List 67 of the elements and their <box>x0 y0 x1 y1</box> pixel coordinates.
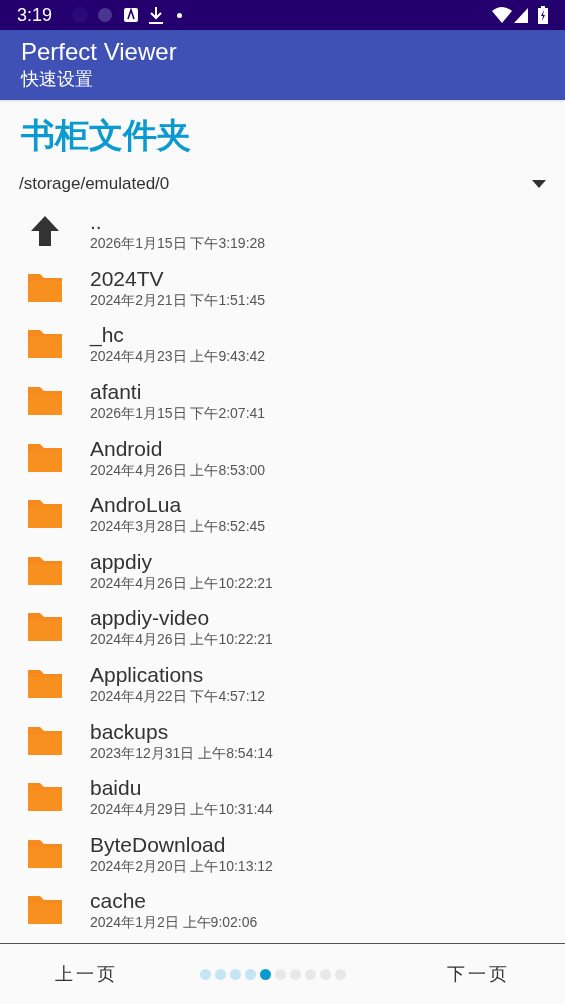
item-date: 2026年1月15日 下午2:07:41 <box>90 404 266 424</box>
item-date: 2024年4月22日 下午4:57:12 <box>90 687 266 707</box>
folder-icon <box>26 498 64 531</box>
status-time: 3:19 <box>17 3 53 27</box>
file-list-item[interactable]: 2024TV 2024年2月21日 下午1:51:45 <box>0 259 565 317</box>
item-name: baidu <box>90 775 142 801</box>
wifi-icon <box>492 7 512 23</box>
previous-page-button[interactable]: 上一页 <box>55 960 118 988</box>
item-date: 2024年4月26日 上午10:22:21 <box>90 573 273 593</box>
item-name: cache <box>90 888 147 914</box>
app-title: Perfect Viewer <box>21 37 178 67</box>
file-list-item[interactable]: AndroLua 2024年3月28日 上午8:52:45 <box>0 485 565 543</box>
item-name: Applications <box>90 662 204 688</box>
folder-icon <box>26 894 64 927</box>
item-name: ByteDownload <box>90 831 226 857</box>
up-arrow-icon <box>30 215 60 248</box>
folder-icon <box>26 554 64 587</box>
file-list-item[interactable]: _hc 2024年4月23日 上午9:43:42 <box>0 316 565 373</box>
app-subtitle: 快速设置 <box>21 68 94 91</box>
signal-icon <box>514 7 528 23</box>
path-dropdown[interactable]: /storage/emulated/0 <box>19 170 546 198</box>
folder-icon <box>26 837 64 870</box>
folder-icon <box>26 385 64 418</box>
next-page-button[interactable]: 下一页 <box>447 960 510 988</box>
folder-icon <box>26 271 64 304</box>
item-date: 2024年4月26日 上午10:22:21 <box>90 630 273 650</box>
item-name: AndroLua <box>90 492 182 518</box>
file-list-item[interactable]: appdiy-video 2024年4月26日 上午10:22:21 <box>0 599 565 656</box>
item-name: .. <box>90 209 102 235</box>
item-date: 2024年4月29日 上午10:31:44 <box>90 800 273 820</box>
item-name: Android <box>90 435 163 461</box>
item-name: afanti <box>90 379 142 405</box>
folder-icon <box>26 724 64 757</box>
file-list-item[interactable]: ByteDownload 2024年2月20日 上午10:13:12 <box>0 825 565 883</box>
folder-icon <box>26 328 64 361</box>
folder-icon <box>26 611 64 644</box>
section-heading: 书柜文件夹 <box>20 115 192 156</box>
item-date: 2024年4月23日 上午9:43:42 <box>90 347 266 367</box>
circle-icon <box>98 8 113 22</box>
item-name: appdiy <box>90 548 152 574</box>
item-name: _hc <box>90 322 124 348</box>
folder-icon <box>26 781 64 814</box>
keyboard-icon <box>124 8 139 22</box>
folder-icon <box>26 668 64 701</box>
item-name: 2024TV <box>90 265 164 291</box>
battery-icon <box>538 6 548 24</box>
item-date: 2024年2月21日 下午1:51:45 <box>90 290 266 310</box>
item-date: 2024年1月2日 上午9:02:06 <box>90 913 258 933</box>
item-date: 2026年1月15日 下午3:19:28 <box>90 234 266 254</box>
item-date: 2024年3月28日 上午8:52:45 <box>90 517 266 537</box>
item-date: 2024年4月26日 上午8:53:00 <box>90 460 266 480</box>
dot-icon <box>177 12 183 18</box>
item-name: appdiy-video <box>90 605 210 631</box>
file-list-item[interactable]: afanti 2026年1月15日 下午2:07:41 <box>0 372 565 430</box>
item-name: backups <box>90 718 169 744</box>
file-list-item[interactable]: Applications 2024年4月22日 下午4:57:12 <box>0 655 565 713</box>
dropdown-caret-icon <box>532 180 546 188</box>
item-date: 2023年12月31日 上午8:54:14 <box>90 743 273 763</box>
file-list-item[interactable]: appdiy 2024年4月26日 上午10:22:21 <box>0 542 565 600</box>
file-list-item[interactable]: .. 2026年1月15日 下午3:19:28 <box>0 203 565 260</box>
file-list-item[interactable]: backups 2023年12月31日 上午8:54:14 <box>0 712 565 769</box>
download-icon <box>149 6 164 24</box>
file-list-item[interactable]: baidu 2024年4月29日 上午10:31:44 <box>0 768 565 826</box>
folder-icon <box>26 441 64 474</box>
file-list-item[interactable]: Android 2024年4月26日 上午8:53:00 <box>0 429 565 486</box>
item-date: 2024年2月20日 上午10:13:12 <box>90 856 273 876</box>
file-list-item[interactable]: cache 2024年1月2日 上午9:02:06 <box>0 882 565 939</box>
